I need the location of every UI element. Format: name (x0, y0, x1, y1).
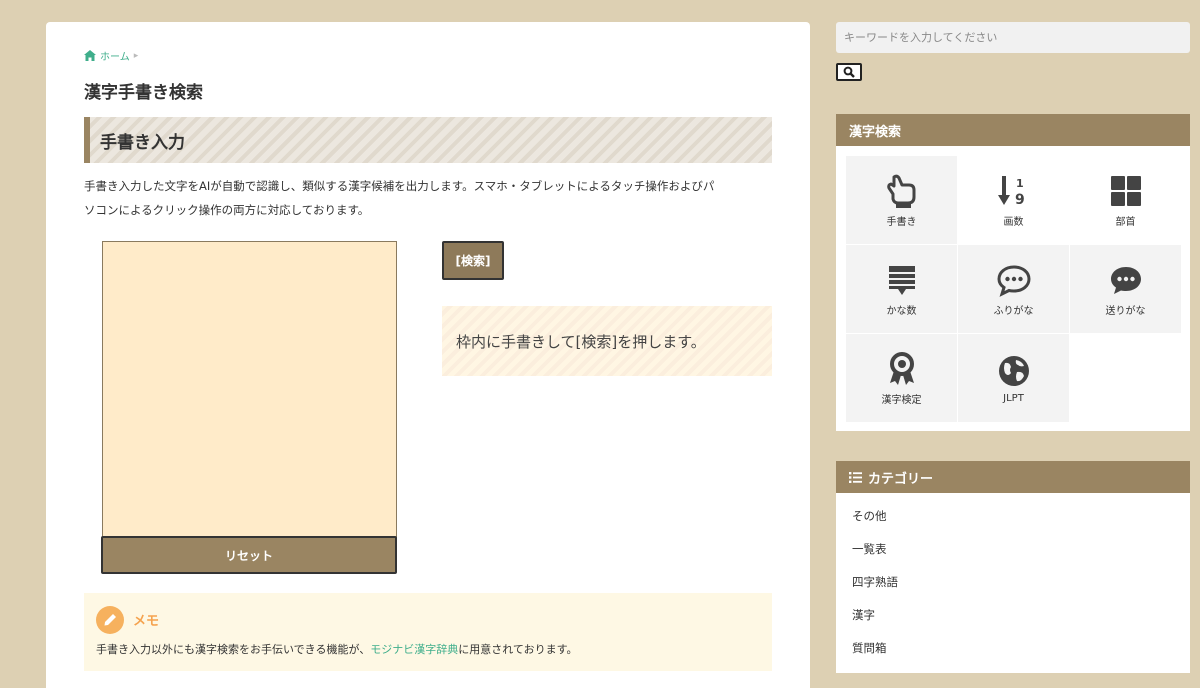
tile-label: かな数 (886, 305, 917, 317)
kanji-search-widget: 漢字検索 手書き 19 画数 部首 かな数 ふりがな 送りがな 漢字検定 JLP… (836, 114, 1190, 431)
pointing-hand-icon (886, 174, 915, 208)
svg-text:9: 9 (1015, 192, 1025, 208)
tile-label: 送りがな (1105, 305, 1146, 317)
widget-title: カテゴリー (836, 461, 1190, 493)
globe-icon (998, 355, 1029, 386)
kanji-search-kana-count[interactable]: かな数 (846, 245, 957, 333)
memo-text: 手書き入力以外にも漢字検索をお手伝いできる機能が、モジナビ漢字辞典に用意されてお… (96, 641, 577, 657)
hint-text: 枠内に手書きして[検索]を押します。 (456, 332, 706, 351)
reset-button[interactable]: リセット (101, 536, 397, 574)
memo-text-before: 手書き入力以外にも漢字検索をお手伝いできる機能が、 (96, 643, 371, 656)
search-input[interactable] (836, 22, 1190, 53)
category-list: その他 一覧表 四字熟語 漢字 質問箱 (836, 499, 1190, 664)
breadcrumb: ホーム ▸ (84, 48, 138, 63)
category-item[interactable]: 質問箱 (852, 631, 1190, 664)
category-widget: カテゴリー その他 一覧表 四字熟語 漢字 質問箱 (836, 461, 1190, 673)
search-button[interactable]: [検索] (442, 241, 504, 280)
category-title: カテゴリー (868, 471, 934, 487)
tile-label: 漢字検定 (881, 394, 922, 406)
sort-numeric-icon: 19 (997, 175, 1025, 208)
dictionary-link[interactable]: モジナビ漢字辞典 (370, 643, 458, 656)
kanji-search-handwriting[interactable]: 手書き (846, 156, 957, 244)
tile-label: ふりがな (993, 305, 1034, 317)
page-title: 漢字手書き検索 (84, 83, 203, 103)
search-submit-button[interactable] (836, 63, 862, 81)
description-line: ソコンによるクリック操作の両方に対応しております。 (84, 203, 370, 217)
tile-label: JLPT (1003, 392, 1024, 404)
handwriting-canvas[interactable] (102, 241, 397, 541)
kanji-search-jlpt[interactable]: JLPT (958, 334, 1069, 422)
home-icon[interactable] (84, 50, 96, 61)
list-comment-icon (888, 265, 915, 295)
category-item[interactable]: 四字熟語 (852, 565, 1190, 598)
pencil-icon (96, 606, 124, 634)
kanji-search-okurigana[interactable]: 送りがな (1070, 245, 1181, 333)
list-icon (849, 471, 862, 483)
description-line: 手書き入力した文字をAIが自動で認識し、類似する漢字候補を出力します。スマホ・タ… (84, 179, 715, 193)
comment-dots-icon (1110, 266, 1141, 294)
search-icon (843, 66, 855, 78)
memo-box: メモ 手書き入力以外にも漢字検索をお手伝いできる機能が、モジナビ漢字辞典に用意さ… (84, 593, 772, 671)
kanji-search-furigana[interactable]: ふりがな (958, 245, 1069, 333)
description: 手書き入力した文字をAIが自動で認識し、類似する漢字候補を出力します。スマホ・タ… (84, 174, 776, 222)
tile-label: 画数 (1003, 216, 1024, 228)
award-icon (889, 351, 914, 385)
section-heading: 手書き入力 (84, 117, 772, 163)
widget-title: 漢字検索 (836, 114, 1190, 146)
kanji-search-kanken[interactable]: 漢字検定 (846, 334, 957, 422)
kanji-search-strokes[interactable]: 19 画数 (958, 156, 1069, 244)
grid-icon (1110, 175, 1141, 206)
comment-dots-outline-icon (996, 264, 1031, 297)
tile-label: 部首 (1115, 216, 1136, 228)
hint-box: 枠内に手書きして[検索]を押します。 (442, 306, 772, 376)
svg-text:1: 1 (1016, 177, 1024, 190)
category-item[interactable]: 漢字 (852, 598, 1190, 631)
category-item[interactable]: その他 (852, 499, 1190, 532)
breadcrumb-home-link[interactable]: ホーム (100, 48, 130, 63)
kanji-search-radical[interactable]: 部首 (1070, 156, 1181, 244)
chevron-right-icon: ▸ (133, 50, 139, 61)
main-content: ホーム ▸ 漢字手書き検索 手書き入力 手書き入力した文字をAIが自動で認識し、… (46, 22, 810, 688)
memo-text-after: に用意されております。 (458, 643, 578, 656)
tile-label: 手書き (886, 216, 917, 228)
category-item[interactable]: 一覧表 (852, 532, 1190, 565)
memo-title: メモ (133, 614, 160, 629)
